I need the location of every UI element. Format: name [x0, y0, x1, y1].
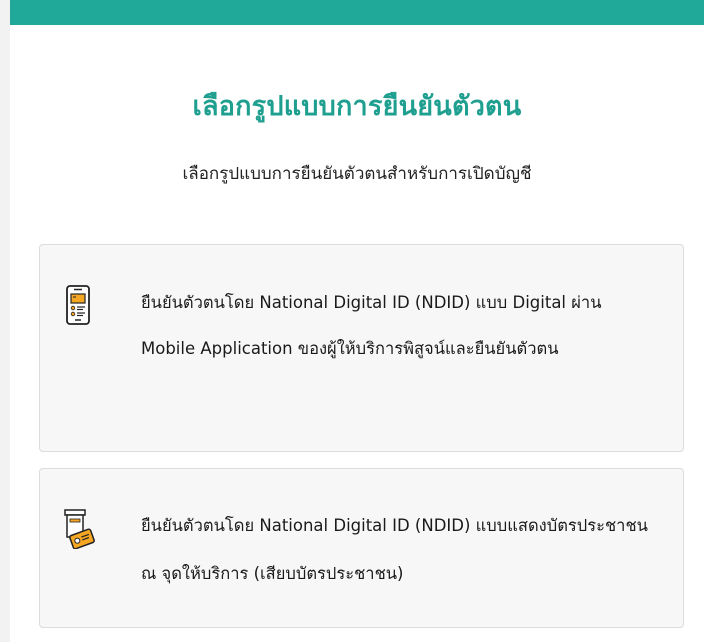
option-label: ยืนยันตัวตนโดย National Digital ID (NDID…: [141, 293, 602, 358]
page: เลือกรูปแบบการยืนยันตัวตน เลือกรูปแบบการ…: [10, 0, 704, 642]
option-ndid-mobile-app[interactable]: ยืนยันตัวตนโดย National Digital ID (NDID…: [39, 244, 684, 452]
mobile-phone-icon: [62, 285, 96, 325]
page-subtitle: เลือกรูปแบบการยืนยันตัวตนสำหรับการเปิดบั…: [182, 164, 532, 184]
page-title: เลือกรูปแบบการยืนยันตัวตน: [192, 91, 522, 122]
option-ndid-id-card[interactable]: ยืนยันตัวตนโดย National Digital ID (NDID…: [39, 468, 684, 628]
top-bar: [10, 0, 704, 25]
id-card-reader-icon: [62, 509, 96, 550]
option-label: ยืนยันตัวตนโดย National Digital ID (NDID…: [141, 516, 648, 583]
